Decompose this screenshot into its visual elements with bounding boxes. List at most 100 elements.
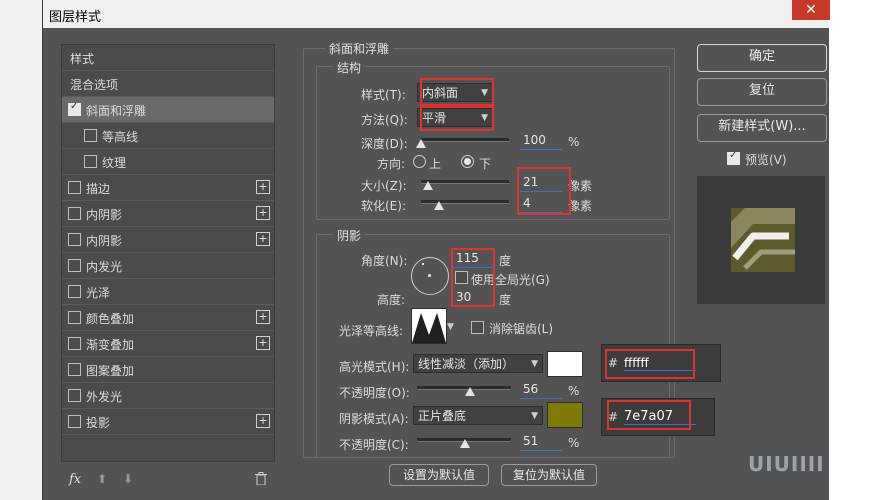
blending-options-item[interactable]: 混合选项 <box>62 71 274 97</box>
style-item-label: 内发光 <box>86 260 123 274</box>
plus-icon[interactable]: + <box>256 414 270 428</box>
style-item[interactable]: 投影 + <box>62 409 274 435</box>
style-item[interactable]: 图案叠加 <box>62 357 274 383</box>
highlight-opacity-input[interactable]: 56 <box>520 380 562 399</box>
set-default-button[interactable]: 设置为默认值 <box>389 464 489 486</box>
styles-header-label: 样式 <box>70 52 95 66</box>
watermark: UIUIIII <box>748 452 825 476</box>
style-item-checkbox[interactable] <box>68 207 81 220</box>
styles-footer: fx ⬆ ⬇ <box>61 468 273 492</box>
angle-label: 角度(N): <box>361 254 408 268</box>
style-item[interactable]: 颜色叠加 + <box>62 305 274 331</box>
size-slider[interactable] <box>421 180 509 184</box>
style-item[interactable]: 光泽 <box>62 279 274 305</box>
reset-button[interactable]: 复位 <box>697 78 827 106</box>
style-item-checkbox[interactable] <box>84 129 97 142</box>
angle-dial[interactable] <box>411 257 449 295</box>
style-item-label: 渐变叠加 <box>86 338 135 352</box>
style-item-checkbox[interactable] <box>84 155 97 168</box>
structure-title: 结构 <box>333 59 366 76</box>
style-item[interactable]: 渐变叠加 + <box>62 331 274 357</box>
antialias-label: 消除锯齿(L) <box>489 322 554 336</box>
shadow-opacity-thumb[interactable] <box>459 439 470 448</box>
close-button[interactable]: ✕ <box>792 0 830 20</box>
highlight-opacity-label: 不透明度(O): <box>339 386 410 400</box>
direction-down-radio[interactable] <box>461 155 474 168</box>
size-unit: 像素 <box>568 179 593 193</box>
plus-icon[interactable]: + <box>256 180 270 194</box>
style-item[interactable]: 内发光 <box>62 253 274 279</box>
plus-icon[interactable]: + <box>256 336 270 350</box>
size-slider-thumb[interactable] <box>423 181 434 190</box>
window-title: 图层样式 <box>49 10 102 25</box>
style-item-checkbox[interactable] <box>68 415 81 428</box>
style-item[interactable]: 内阴影 + <box>62 227 274 253</box>
depth-slider-thumb[interactable] <box>416 139 426 148</box>
depth-input[interactable]: 100 <box>520 131 562 150</box>
style-item-checkbox[interactable] <box>68 259 81 272</box>
altitude-label: 高度: <box>377 293 406 307</box>
shadow-color-swatch[interactable] <box>547 402 583 428</box>
depth-slider[interactable] <box>421 138 509 142</box>
gloss-contour-thumbnail[interactable] <box>411 308 447 344</box>
move-up-icon[interactable]: ⬆ <box>97 472 107 486</box>
plus-icon[interactable]: + <box>256 310 270 324</box>
style-item[interactable]: 斜面和浮雕 <box>62 97 274 123</box>
style-item-label: 纹理 <box>102 156 127 170</box>
style-item-label: 描边 <box>86 182 111 196</box>
style-item-label: 外发光 <box>86 390 123 404</box>
title-bar: 图层样式 ✕ <box>43 0 830 28</box>
shadow-mode-value: 正片叠底 <box>418 409 467 423</box>
style-item-label: 内阴影 <box>86 208 123 222</box>
direction-down-label: 下 <box>479 157 492 171</box>
style-item-checkbox[interactable] <box>68 363 81 376</box>
styles-header[interactable]: 样式 <box>62 45 274 71</box>
direction-up-label: 上 <box>429 157 442 171</box>
trash-icon[interactable] <box>255 472 267 488</box>
highlight-opacity-thumb[interactable] <box>464 387 475 396</box>
styles-list: 样式 混合选项 斜面和浮雕等高线纹理描边+内阴影+内阴影+内发光光泽颜色叠加+渐… <box>61 44 275 462</box>
shadow-opacity-unit: % <box>568 436 580 450</box>
depth-unit: % <box>568 135 580 149</box>
angle-dial-marker <box>422 263 424 265</box>
style-item-checkbox[interactable] <box>68 181 81 194</box>
shadow-mode-dropdown[interactable]: 正片叠底 ▼ <box>413 406 543 425</box>
reset-default-button[interactable]: 复位为默认值 <box>501 464 597 486</box>
style-item[interactable]: 内阴影 + <box>62 201 274 227</box>
style-item-checkbox[interactable] <box>68 101 81 116</box>
style-item[interactable]: 外发光 <box>62 383 274 409</box>
style-item[interactable]: 纹理 <box>62 149 274 175</box>
fx-icon[interactable]: fx <box>69 472 81 487</box>
soften-unit: 像素 <box>568 199 593 213</box>
soften-label: 软化(E): <box>361 199 406 213</box>
plus-icon[interactable]: + <box>256 232 270 246</box>
style-item-checkbox[interactable] <box>68 233 81 246</box>
style-item[interactable]: 等高线 <box>62 123 274 149</box>
move-down-icon[interactable]: ⬇ <box>123 472 133 486</box>
antialias-checkbox[interactable] <box>471 321 484 334</box>
highlight-box-shadow-hex <box>607 400 691 430</box>
preview-checkbox[interactable] <box>727 150 740 165</box>
highlight-color-swatch[interactable] <box>547 351 583 377</box>
style-item-checkbox[interactable] <box>68 337 81 350</box>
style-item-label: 等高线 <box>102 130 139 144</box>
style-item[interactable]: 描边 + <box>62 175 274 201</box>
new-style-button[interactable]: 新建样式(W)... <box>697 114 827 142</box>
gloss-contour-label: 光泽等高线: <box>339 324 404 338</box>
style-item-checkbox[interactable] <box>68 389 81 402</box>
ok-button[interactable]: 确定 <box>697 44 827 72</box>
style-item-checkbox[interactable] <box>68 311 81 324</box>
shadow-opacity-input[interactable]: 51 <box>520 432 562 451</box>
layer-style-dialog: 图层样式 ✕ 样式 混合选项 斜面和浮雕等高线纹理描边 + 内阴影 + 内阴影 + 内发光光… <box>42 0 830 500</box>
plus-icon[interactable]: + <box>256 206 270 220</box>
direction-up-radio[interactable] <box>413 155 426 168</box>
chevron-down-icon[interactable]: ▼ <box>447 322 454 332</box>
style-item-label: 斜面和浮雕 <box>86 104 147 118</box>
highlight-mode-label: 高光模式(H): <box>339 360 410 374</box>
style-item-checkbox[interactable] <box>68 285 81 298</box>
soften-slider-thumb[interactable] <box>433 201 444 210</box>
depth-label: 深度(D): <box>361 137 408 151</box>
bevel-emboss-title: 斜面和浮雕 <box>325 40 394 57</box>
highlight-mode-dropdown[interactable]: 线性减淡（添加） ▼ <box>413 354 543 373</box>
altitude-unit: 度 <box>499 293 512 307</box>
